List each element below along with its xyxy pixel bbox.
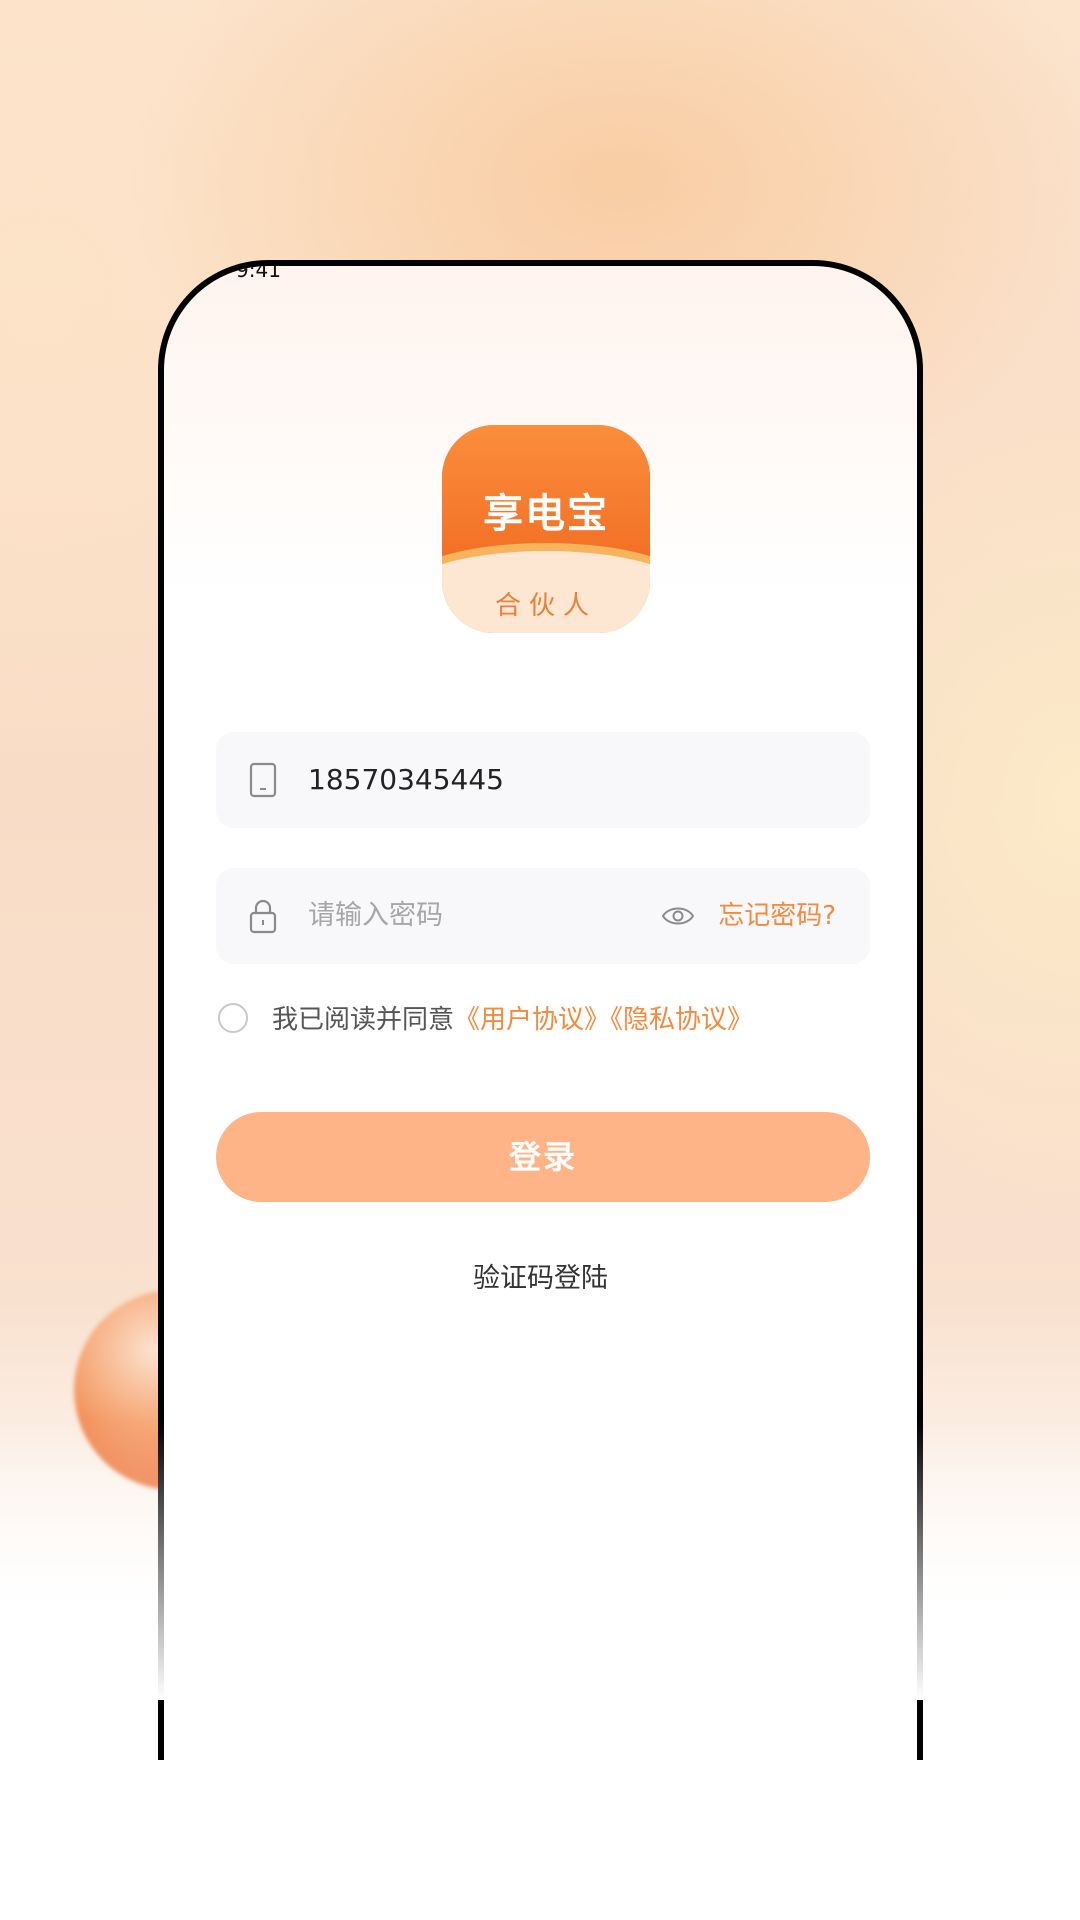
logo-subtitle: 合伙人 [494,591,597,621]
bottom-fade [0,1420,1080,1700]
logo-title: 享电宝 [483,491,609,537]
phone-icon [249,762,277,798]
phone-number-value[interactable]: 18570345445 [308,732,504,828]
password-placeholder[interactable]: 请输入密码 [308,868,443,964]
forgot-password-link[interactable]: 忘记密码? [718,868,836,964]
login-button[interactable]: 登录 [216,1112,870,1202]
status-bar-time: 9:41 [236,260,281,282]
user-agreement-link[interactable]: 《用户协议》 [454,1005,610,1035]
sms-login-link[interactable]: 验证码登陆 [164,1256,917,1295]
privacy-policy-link[interactable]: 《隐私协议》 [610,1005,753,1035]
phone-number-field[interactable]: 18570345445 [216,732,870,828]
password-field[interactable]: 请输入密码 忘记密码? [216,868,870,964]
eye-icon[interactable] [661,902,695,930]
agreement-prefix: 我已阅读并同意 [272,1005,455,1035]
agreement-text: 我已阅读并同意《用户协议》《隐私协议》 [272,1000,753,1040]
agreement-checkbox[interactable] [218,1003,248,1033]
agreement-row: 我已阅读并同意《用户协议》《隐私协议》 [216,1000,876,1040]
app-logo: 享电宝 合伙人 [442,425,650,633]
lock-icon [249,899,277,934]
